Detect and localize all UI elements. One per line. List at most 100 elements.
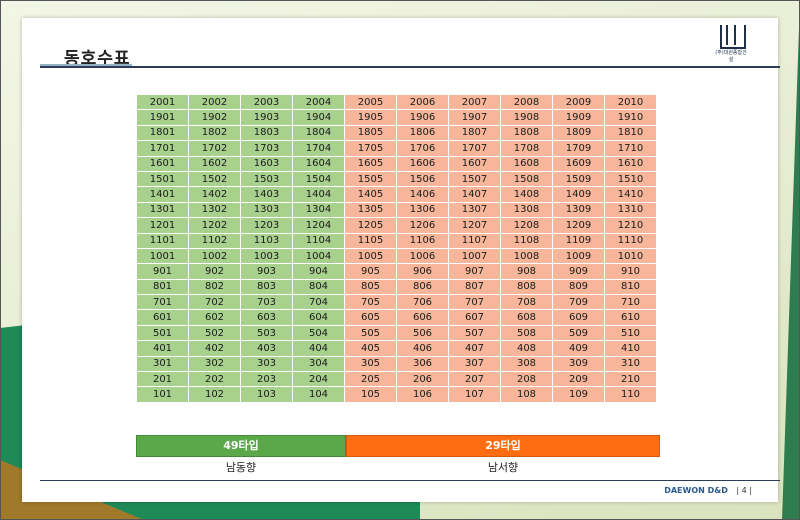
unit-cell: 404 bbox=[292, 340, 345, 357]
unit-table: 2001 2002 2003 2004 2005 2006 2007 2008 2009 2010… bbox=[136, 93, 657, 403]
unit-cell: 1109 bbox=[552, 232, 605, 249]
unit-cell: 507 bbox=[448, 324, 501, 342]
unit-cell: 102 bbox=[188, 386, 241, 403]
unit-cell: 1502 bbox=[188, 170, 241, 188]
unit-cell: 401 bbox=[136, 340, 189, 357]
unit-cell: 1106 bbox=[396, 232, 449, 249]
unit-cell: 1501 bbox=[136, 170, 189, 188]
unit-cell: 1202 bbox=[188, 217, 241, 234]
unit-cell: 1309 bbox=[552, 201, 605, 219]
unit-cell: 701 bbox=[136, 294, 189, 311]
unit-cell: 202 bbox=[188, 371, 241, 388]
unit-cell: 908 bbox=[500, 263, 553, 280]
unit-cell: 707 bbox=[448, 294, 501, 311]
unit-cell: 1005 bbox=[344, 247, 397, 265]
unit-cell: 201 bbox=[136, 371, 189, 388]
unit-cell: 402 bbox=[188, 340, 241, 357]
unit-cell: 809 bbox=[552, 278, 605, 296]
unit-cell: 1004 bbox=[292, 247, 345, 265]
unit-cell: 1903 bbox=[240, 109, 293, 126]
company-logo: (주)대원종합건설 bbox=[714, 25, 748, 63]
unit-cell: 1704 bbox=[292, 140, 345, 157]
table-row: 901 902 903 904 905 906 907 908 909 910 bbox=[136, 263, 657, 280]
unit-cell: 304 bbox=[292, 355, 345, 373]
table-row: 601 602 603 604 605 606 607 608 609 610 bbox=[136, 309, 657, 326]
unit-cell: 1409 bbox=[552, 186, 605, 203]
table-row: 1601 1602 1603 1604 1605 1606 1607 1608 1609 1610 bbox=[136, 155, 657, 172]
unit-cell: 1806 bbox=[396, 124, 449, 142]
unit-cell: 1205 bbox=[344, 217, 397, 234]
unit-cell: 1104 bbox=[292, 232, 345, 249]
unit-cell: 1805 bbox=[344, 124, 397, 142]
unit-cell: 708 bbox=[500, 294, 553, 311]
unit-cell: 1001 bbox=[136, 247, 189, 265]
unit-cell: 1904 bbox=[292, 109, 345, 126]
unit-cell: 308 bbox=[500, 355, 553, 373]
unit-cell: 1609 bbox=[552, 155, 605, 172]
title-rule bbox=[40, 66, 780, 68]
unit-cell: 1602 bbox=[188, 155, 241, 172]
unit-cell: 310 bbox=[604, 355, 657, 373]
unit-cell: 1804 bbox=[292, 124, 345, 142]
unit-cell: 309 bbox=[552, 355, 605, 373]
unit-cell: 1204 bbox=[292, 217, 345, 234]
unit-cell: 103 bbox=[240, 386, 293, 403]
table-row: 801 802 803 804 805 806 807 808 809 810 bbox=[136, 278, 657, 296]
unit-cell: 803 bbox=[240, 278, 293, 296]
unit-cell: 1604 bbox=[292, 155, 345, 172]
unit-cell: 608 bbox=[500, 309, 553, 326]
unit-cell: 1102 bbox=[188, 232, 241, 249]
unit-cell: 906 bbox=[396, 263, 449, 280]
unit-cell: 1803 bbox=[240, 124, 293, 142]
unit-cell: 1101 bbox=[136, 232, 189, 249]
unit-cell: 1002 bbox=[188, 247, 241, 265]
unit-cell: 2007 bbox=[448, 93, 501, 111]
unit-cell: 510 bbox=[604, 324, 657, 342]
table-row: 1001 1002 1003 1004 1005 1006 1007 1008 1009 1010 bbox=[136, 247, 657, 265]
unit-cell: 1303 bbox=[240, 201, 293, 219]
unit-cell: 210 bbox=[604, 371, 657, 388]
logo-text: (주)대원종합건설 bbox=[715, 50, 747, 63]
unit-cell: 1308 bbox=[500, 201, 553, 219]
unit-cell: 1503 bbox=[240, 170, 293, 188]
unit-cell: 1608 bbox=[500, 155, 553, 172]
unit-cell: 1702 bbox=[188, 140, 241, 157]
unit-cell: 509 bbox=[552, 324, 605, 342]
unit-cell: 1401 bbox=[136, 186, 189, 203]
table-row: 1501 1502 1503 1504 1505 1506 1507 1508 1509 1510 bbox=[136, 170, 657, 188]
unit-cell: 1304 bbox=[292, 201, 345, 219]
unit-cell: 802 bbox=[188, 278, 241, 296]
unit-cell: 501 bbox=[136, 324, 189, 342]
unit-cell: 307 bbox=[448, 355, 501, 373]
unit-cell: 1705 bbox=[344, 140, 397, 157]
unit-cell: 109 bbox=[552, 386, 605, 403]
unit-cell: 1405 bbox=[344, 186, 397, 203]
unit-cell: 704 bbox=[292, 294, 345, 311]
unit-cell: 709 bbox=[552, 294, 605, 311]
unit-cell: 108 bbox=[500, 386, 553, 403]
unit-cell: 110 bbox=[604, 386, 657, 403]
unit-cell: 405 bbox=[344, 340, 397, 357]
type-49-label: 49타입 bbox=[136, 435, 346, 457]
unit-cell: 104 bbox=[292, 386, 345, 403]
unit-cell: 1305 bbox=[344, 201, 397, 219]
unit-cell: 105 bbox=[344, 386, 397, 403]
unit-cell: 505 bbox=[344, 324, 397, 342]
unit-cell: 1209 bbox=[552, 217, 605, 234]
unit-cell: 1110 bbox=[604, 232, 657, 249]
unit-cell: 1203 bbox=[240, 217, 293, 234]
unit-cell: 602 bbox=[188, 309, 241, 326]
unit-cell: 1003 bbox=[240, 247, 293, 265]
unit-cell: 904 bbox=[292, 263, 345, 280]
unit-cell: 408 bbox=[500, 340, 553, 357]
unit-cell: 1901 bbox=[136, 109, 189, 126]
unit-cell: 303 bbox=[240, 355, 293, 373]
unit-cell: 1410 bbox=[604, 186, 657, 203]
unit-cell: 1407 bbox=[448, 186, 501, 203]
unit-cell: 1302 bbox=[188, 201, 241, 219]
unit-cell: 603 bbox=[240, 309, 293, 326]
unit-cell: 2001 bbox=[136, 93, 189, 111]
unit-cell: 610 bbox=[604, 309, 657, 326]
unit-cell: 1607 bbox=[448, 155, 501, 172]
unit-cell: 1006 bbox=[396, 247, 449, 265]
